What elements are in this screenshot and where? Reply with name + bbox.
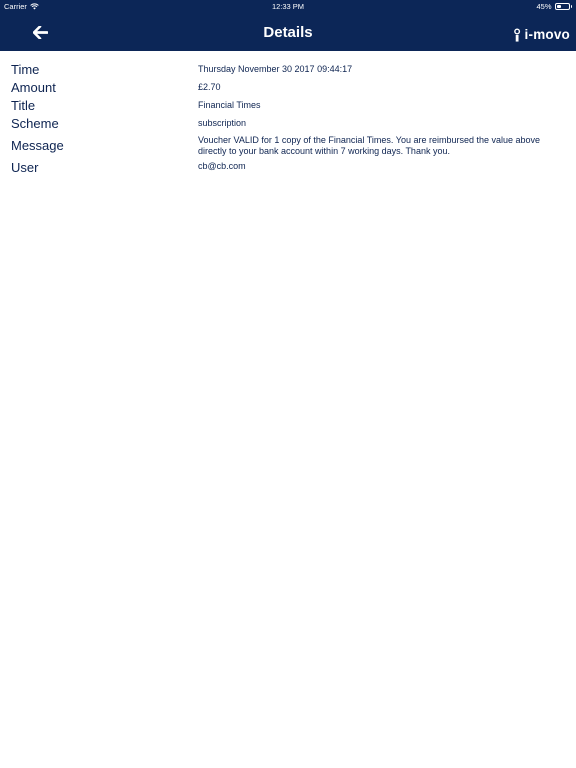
detail-label: User <box>11 160 39 175</box>
status-time: 12:33 PM <box>271 2 305 11</box>
detail-label: Scheme <box>11 116 59 131</box>
battery-indicator: 45% <box>536 2 572 11</box>
detail-value: Thursday November 30 2017 09:44:17 <box>198 64 353 74</box>
battery-icon <box>554 3 570 10</box>
detail-value: Voucher VALID for 1 copy of the Financia… <box>198 135 541 156</box>
page-title: Details <box>263 24 313 41</box>
battery-percent: 45% <box>536 2 552 11</box>
detail-value: Financial Times <box>198 100 261 110</box>
detail-label: Time <box>11 62 40 77</box>
detail-label: Title <box>11 98 36 113</box>
detail-value: subscription <box>198 118 247 128</box>
battery-tip <box>570 5 572 8</box>
detail-value: cb@cb.com <box>198 161 246 171</box>
status-bar: Carrier 12:33 PM 45% <box>0 0 576 13</box>
brand-name: i-movo <box>524 27 570 42</box>
top-bar: Carrier 12:33 PM 45% Details i-movo <box>0 0 576 51</box>
imovo-logo-icon <box>513 28 520 42</box>
detail-label: Message <box>11 138 64 153</box>
detail-value: £2.70 <box>198 82 221 92</box>
brand-logo: i-movo <box>512 20 570 42</box>
detail-label: Amount <box>11 80 56 95</box>
battery-fill <box>556 5 562 8</box>
